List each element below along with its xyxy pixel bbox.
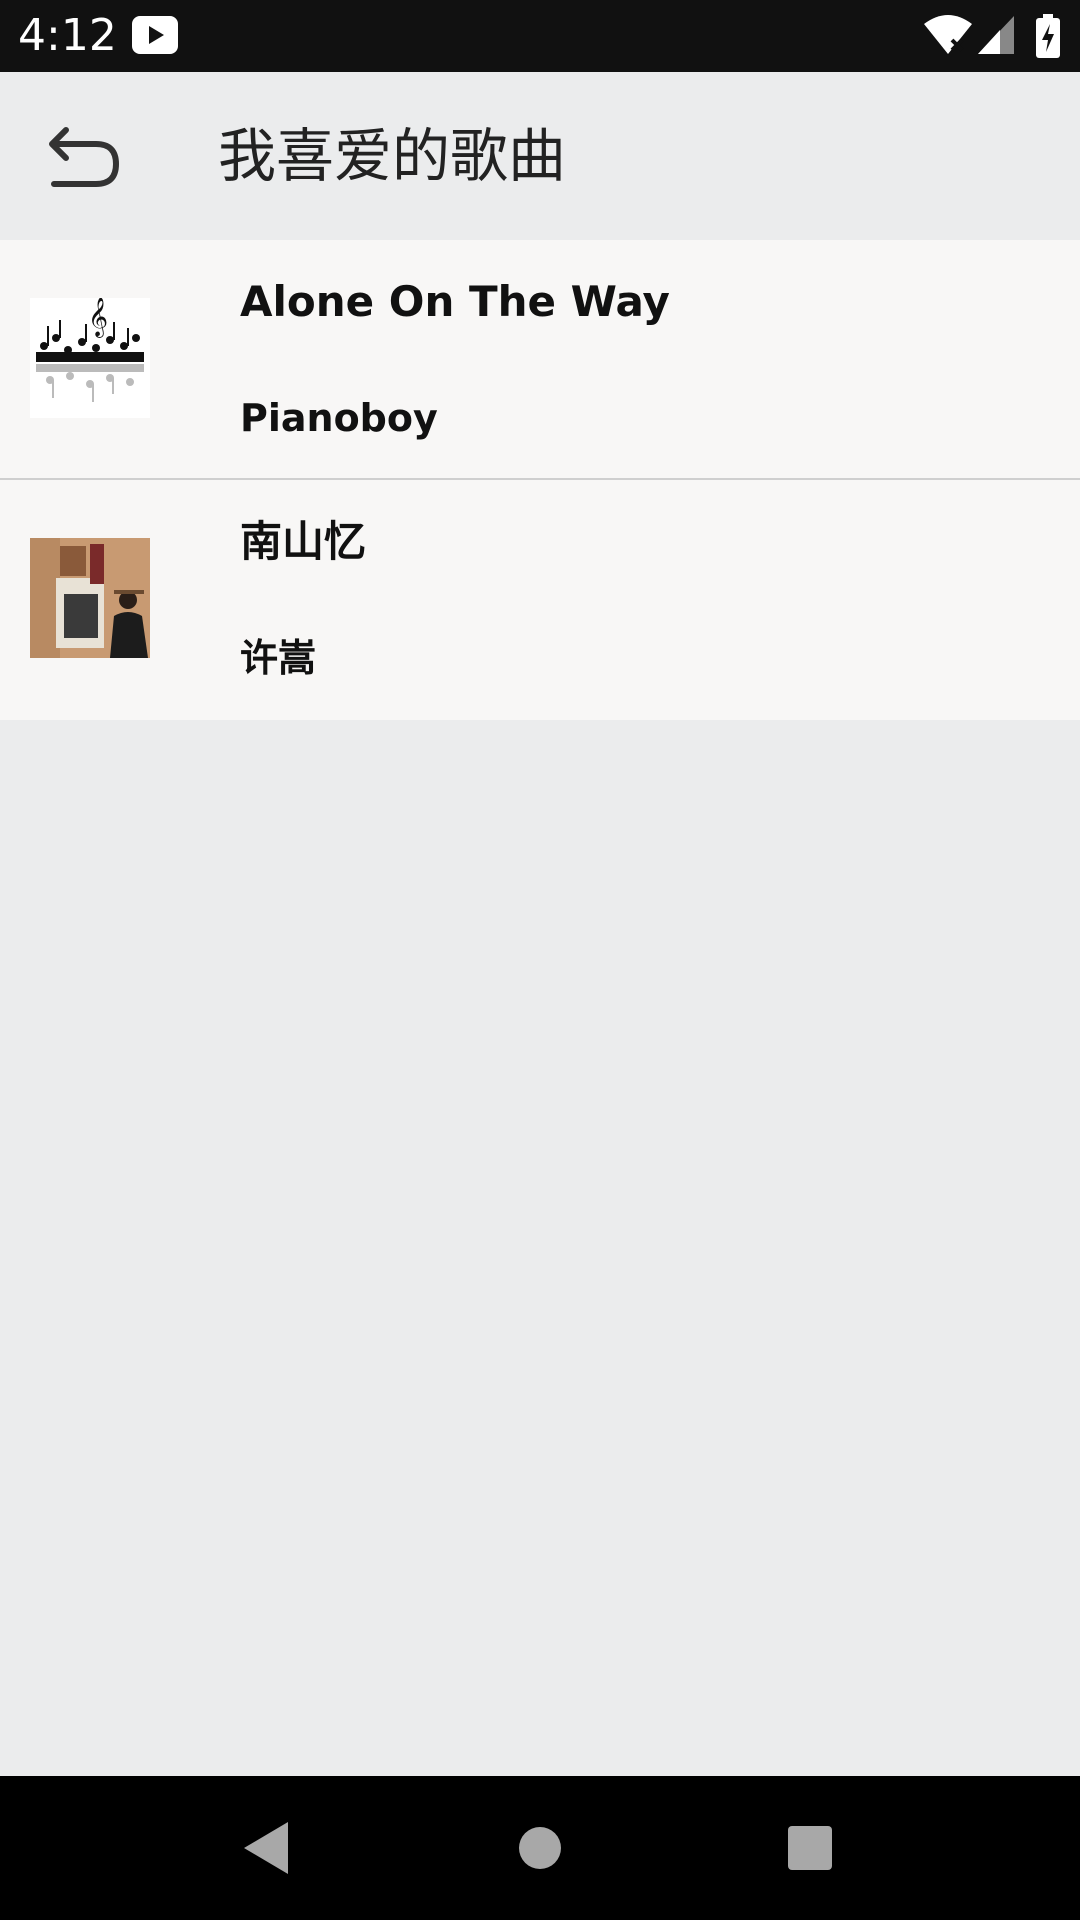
status-time: 4:12 [18, 10, 117, 61]
song-item[interactable]: 南山忆 许嵩 [0, 480, 1080, 720]
undo-arrow-icon [49, 127, 120, 187]
music-notes-cover: 𝄞 [30, 298, 150, 418]
song-artist: 许嵩 [240, 636, 317, 680]
song-list: 𝄞 Alone On The Way Pianoboy 南山忆 许嵩 [0, 240, 1080, 720]
back-button[interactable] [36, 112, 132, 200]
signal-icon [978, 16, 1014, 54]
song-artist: Pianoboy [240, 396, 438, 440]
page-title: 我喜爱的歌曲 [218, 122, 567, 190]
battery-charging-icon [1036, 14, 1060, 58]
home-circle-icon[interactable] [518, 1826, 562, 1870]
wifi-icon [924, 15, 972, 54]
app-bar: 我喜爱的歌曲 [0, 72, 1080, 240]
back-triangle-icon[interactable] [242, 1820, 290, 1876]
svg-text:𝄞: 𝄞 [88, 298, 108, 338]
youtube-icon [132, 16, 178, 54]
recents-square-icon[interactable] [786, 1824, 834, 1872]
navigation-bar [0, 1776, 1080, 1920]
album-cover-photo [30, 538, 150, 658]
song-title: 南山忆 [240, 517, 367, 566]
song-item[interactable]: 𝄞 Alone On The Way Pianoboy [0, 240, 1080, 480]
song-title: Alone On The Way [240, 277, 670, 326]
status-bar: 4:12 [0, 0, 1080, 72]
